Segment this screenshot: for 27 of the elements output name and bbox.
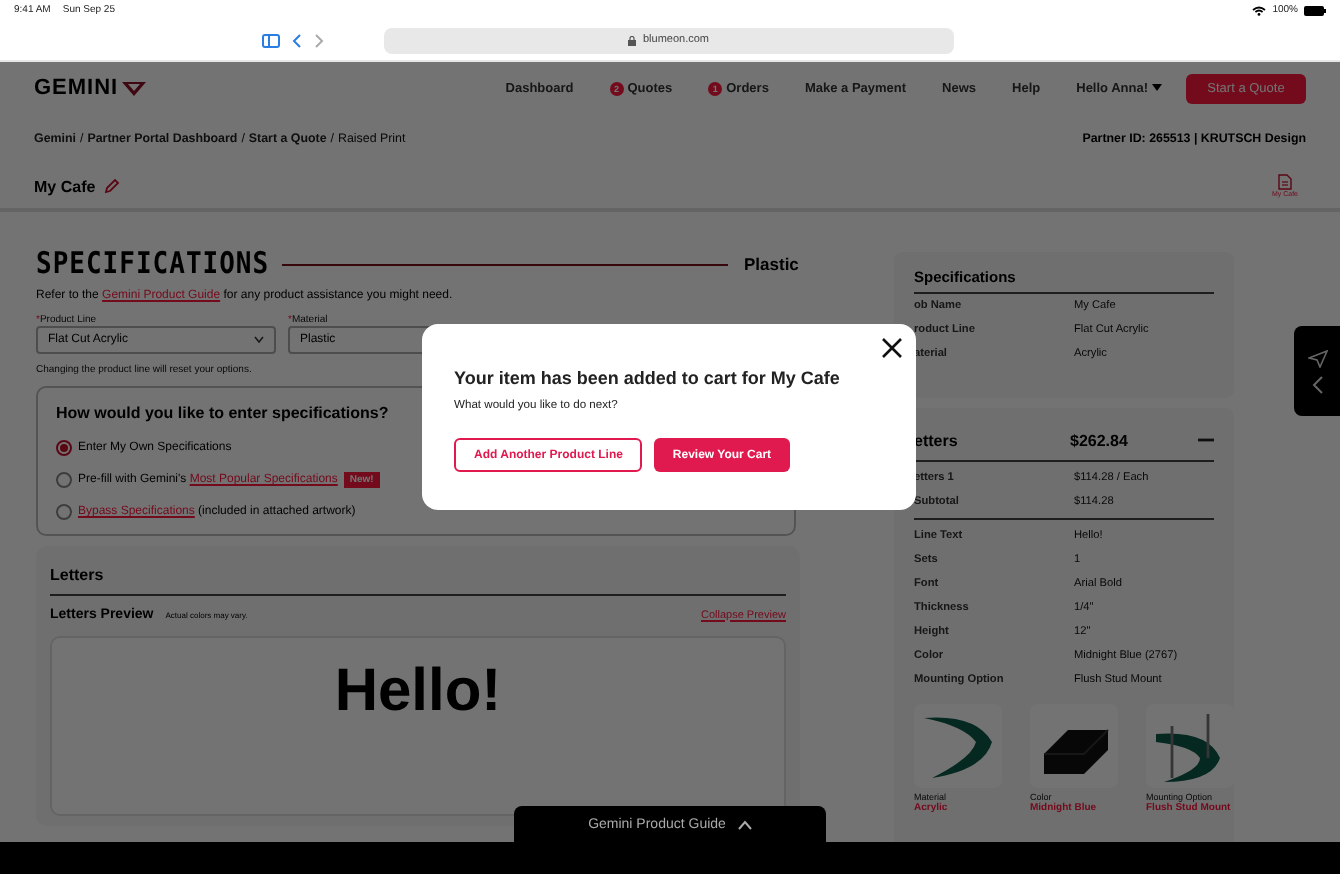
chevron-left-icon[interactable]: [1311, 375, 1323, 393]
lock-icon: [628, 35, 637, 45]
job-title: My Cafe: [34, 177, 96, 195]
sidebar-icon[interactable]: [262, 33, 280, 47]
question-text: How would you like to enter specifications?: [56, 404, 389, 422]
battery-icon: [1304, 5, 1326, 15]
pencil-icon[interactable]: [103, 178, 120, 194]
logo-text: GEMINI: [34, 76, 119, 100]
chevron-down-icon: [254, 336, 264, 344]
preview-text: Hello!: [334, 658, 502, 728]
forward-icon[interactable]: [314, 33, 324, 47]
close-icon[interactable]: [882, 338, 902, 358]
chevron-up-icon: [737, 819, 752, 829]
card-title: Letters: [50, 558, 786, 596]
back-icon[interactable]: [292, 33, 302, 47]
radio-button[interactable]: [56, 440, 72, 456]
radio-button[interactable]: [56, 472, 72, 488]
send-icon[interactable]: [1307, 349, 1327, 367]
material-label: Plastic: [744, 254, 800, 274]
dialog-title: Your item has been added to cart for My Cafe: [454, 368, 842, 388]
wifi-icon: [1252, 5, 1267, 15]
card-title: etters: [914, 431, 960, 449]
radio-button[interactable]: [56, 504, 72, 520]
document-icon: [1277, 174, 1292, 190]
total-price: $262.84: [1070, 431, 1128, 449]
section-heading: SPECIFICATIONS: [36, 246, 270, 282]
logo-chevron-icon: [122, 81, 147, 95]
